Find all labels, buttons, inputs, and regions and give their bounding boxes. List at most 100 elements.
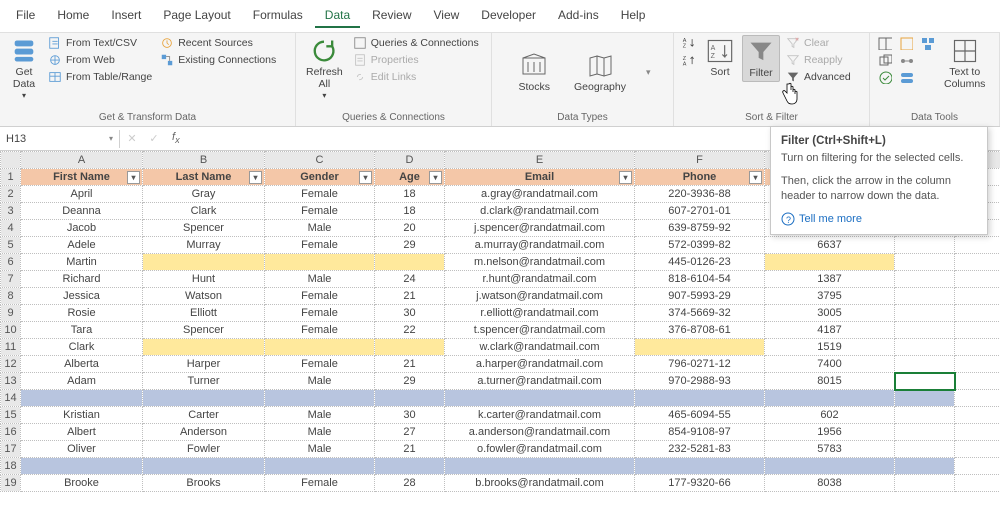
stocks-button[interactable]: Stocks [515, 50, 555, 95]
cell[interactable]: Harper [143, 356, 265, 373]
cell[interactable]: Kristian [21, 407, 143, 424]
cell[interactable] [955, 305, 1000, 322]
data-model-icon[interactable] [897, 69, 915, 85]
row-header[interactable]: 11 [1, 339, 21, 356]
cell[interactable]: Alberta [21, 356, 143, 373]
menu-add-ins[interactable]: Add-ins [548, 4, 609, 28]
table-header[interactable]: Last Name▾ [143, 169, 265, 186]
cell[interactable]: Female [265, 356, 375, 373]
table-header[interactable]: Gender▾ [265, 169, 375, 186]
cell[interactable]: Gray [143, 186, 265, 203]
cell[interactable]: Murray [143, 237, 265, 254]
cell[interactable]: 854-9108-97 [635, 424, 765, 441]
cell[interactable]: 445-0126-23 [635, 254, 765, 271]
cell[interactable]: Adele [21, 237, 143, 254]
cell[interactable]: Spencer [143, 220, 265, 237]
menu-help[interactable]: Help [611, 4, 656, 28]
cell[interactable] [143, 254, 265, 271]
tell-me-more-link[interactable]: ? Tell me more [781, 212, 977, 226]
text-to-columns-icon[interactable] [876, 35, 894, 51]
relationships-icon[interactable] [897, 52, 915, 68]
row-header[interactable]: 1 [1, 169, 21, 186]
row-header[interactable]: 8 [1, 288, 21, 305]
cell[interactable]: Female [265, 203, 375, 220]
cell[interactable]: 3005 [765, 305, 895, 322]
cell[interactable]: 27 [375, 424, 445, 441]
select-all-corner[interactable] [1, 152, 21, 169]
row-header[interactable]: 5 [1, 237, 21, 254]
row-header[interactable]: 7 [1, 271, 21, 288]
cell[interactable]: 6637 [765, 237, 895, 254]
cell[interactable] [895, 390, 955, 407]
cell[interactable] [21, 390, 143, 407]
cell[interactable] [955, 441, 1000, 458]
cell[interactable]: Female [265, 322, 375, 339]
cell[interactable]: Clark [143, 203, 265, 220]
advanced-filter[interactable]: Advanced [784, 69, 853, 85]
cell[interactable]: Female [265, 305, 375, 322]
cell[interactable]: 21 [375, 441, 445, 458]
cell[interactable]: 21 [375, 356, 445, 373]
cell[interactable]: Male [265, 271, 375, 288]
cell[interactable]: Jessica [21, 288, 143, 305]
cell[interactable] [635, 458, 765, 475]
cell[interactable] [895, 356, 955, 373]
cell[interactable]: April [21, 186, 143, 203]
row-header[interactable]: 14 [1, 390, 21, 407]
cell[interactable] [375, 339, 445, 356]
cell[interactable]: 465-6094-55 [635, 407, 765, 424]
from-table-range[interactable]: From Table/Range [46, 69, 154, 85]
cell[interactable] [143, 339, 265, 356]
cell[interactable]: 177-9320-66 [635, 475, 765, 492]
row-header[interactable]: 16 [1, 424, 21, 441]
cell[interactable]: j.watson@randatmail.com [445, 288, 635, 305]
menu-developer[interactable]: Developer [471, 4, 546, 28]
row-header[interactable]: 17 [1, 441, 21, 458]
cell[interactable] [765, 390, 895, 407]
table-header[interactable]: Phone▾ [635, 169, 765, 186]
cell[interactable]: 30 [375, 407, 445, 424]
cell[interactable]: 28 [375, 475, 445, 492]
cell[interactable] [955, 356, 1000, 373]
cell[interactable]: Rosie [21, 305, 143, 322]
cell[interactable] [265, 339, 375, 356]
cell[interactable]: Male [265, 407, 375, 424]
cell[interactable] [895, 458, 955, 475]
cell[interactable] [895, 322, 955, 339]
table-header[interactable]: Email▾ [445, 169, 635, 186]
cell[interactable]: 1519 [765, 339, 895, 356]
cell[interactable] [21, 458, 143, 475]
recent-sources[interactable]: Recent Sources [158, 35, 278, 51]
cell[interactable]: r.hunt@randatmail.com [445, 271, 635, 288]
cell[interactable]: 907-5993-29 [635, 288, 765, 305]
cell[interactable]: a.murray@randatmail.com [445, 237, 635, 254]
filter-dropdown-icon[interactable]: ▾ [749, 171, 762, 184]
cell[interactable]: Albert [21, 424, 143, 441]
cell[interactable] [955, 271, 1000, 288]
cell[interactable] [955, 390, 1000, 407]
cell[interactable] [635, 339, 765, 356]
cell[interactable] [143, 458, 265, 475]
remove-dup-icon[interactable] [876, 52, 894, 68]
flash-fill-icon[interactable] [897, 35, 915, 51]
cell[interactable]: 374-5669-32 [635, 305, 765, 322]
name-box[interactable]: H13▾ [0, 130, 120, 148]
cell[interactable]: j.spencer@randatmail.com [445, 220, 635, 237]
row-header[interactable]: 12 [1, 356, 21, 373]
col-header[interactable]: C [265, 152, 375, 169]
cell[interactable] [895, 424, 955, 441]
cell[interactable]: 5783 [765, 441, 895, 458]
cell[interactable]: Male [265, 441, 375, 458]
cell[interactable]: a.gray@randatmail.com [445, 186, 635, 203]
cell[interactable]: 8015 [765, 373, 895, 390]
cell[interactable] [895, 305, 955, 322]
col-header[interactable]: F [635, 152, 765, 169]
menu-review[interactable]: Review [362, 4, 421, 28]
cell[interactable]: Anderson [143, 424, 265, 441]
cell[interactable]: Martin [21, 254, 143, 271]
cell[interactable]: Female [265, 288, 375, 305]
cell[interactable]: 3795 [765, 288, 895, 305]
cell[interactable]: Brooke [21, 475, 143, 492]
cell[interactable]: 818-6104-54 [635, 271, 765, 288]
row-header[interactable]: 13 [1, 373, 21, 390]
